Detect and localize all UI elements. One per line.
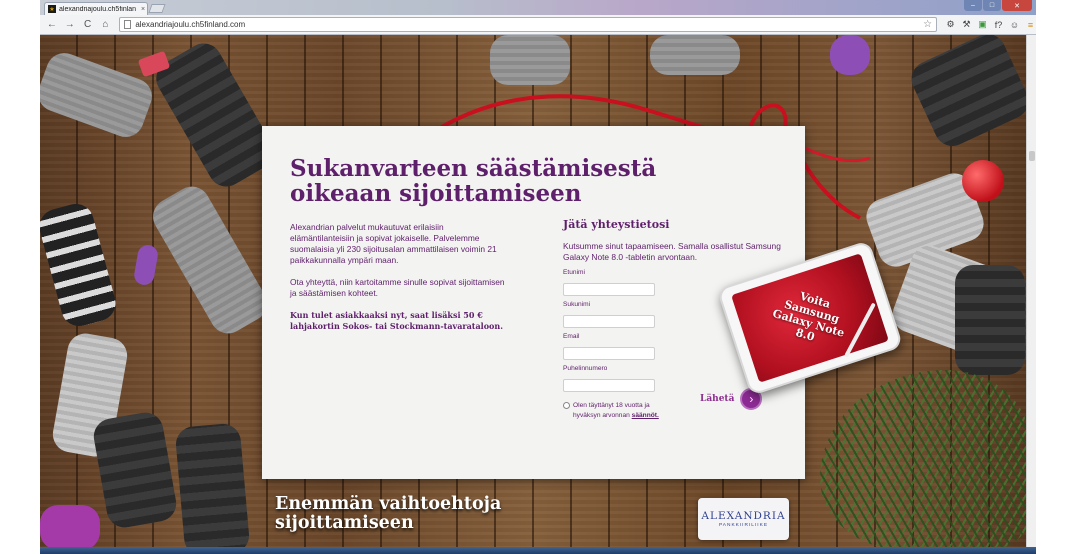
sock-decoration: [650, 35, 740, 75]
vertical-scrollbar[interactable]: [1026, 35, 1036, 547]
green-extension-icon[interactable]: ▣: [977, 19, 988, 30]
sock-decoration: [490, 35, 570, 85]
logo-subtitle: PANKKIIRILIIKE: [718, 523, 769, 528]
tablet-promo-text: Voita Samsung Galaxy Note 8.0: [771, 289, 846, 344]
sock-decoration: [174, 422, 251, 547]
form-intro: Kutsumme sinut tapaamiseen. Samalla osal…: [563, 241, 781, 262]
url-text[interactable]: alexandriajoulu.ch5finland.com: [135, 20, 923, 29]
new-tab-button[interactable]: [148, 4, 166, 13]
font-extension-icon[interactable]: f?: [993, 19, 1004, 30]
sock-decoration: [146, 180, 274, 340]
rules-link[interactable]: säännöt.: [632, 412, 659, 419]
consent-text: Olen täyttänyt 18 vuotta ja hyväksyn arv…: [573, 401, 673, 421]
minimize-button[interactable]: –: [964, 0, 982, 11]
sock-decoration: [132, 243, 160, 287]
tab-title: alexandriajoulu.ch5finlan: [59, 5, 137, 13]
sock-decoration: [955, 265, 1025, 375]
address-bar[interactable]: alexandriajoulu.ch5finland.com ☆: [119, 17, 938, 32]
sock-decoration: [90, 409, 180, 531]
sock-decoration: [830, 35, 870, 75]
consent-radio[interactable]: [563, 402, 570, 409]
page-headline: Sukanvarteen säästämisestä oikeaan sijoi…: [290, 155, 657, 207]
browser-window: ★ alexandriajoulu.ch5finlan × – □ ✕ ← → …: [40, 0, 1036, 35]
consent-row: Olen täyttänyt 18 vuotta ja hyväksyn arv…: [563, 401, 673, 421]
contact-paragraph: Ota yhteyttä, niin kartoitamme sinulle s…: [290, 277, 505, 298]
sock-decoration: [905, 35, 1026, 152]
settings-extension-icon[interactable]: ⚙: [945, 19, 956, 30]
intro-paragraph: Alexandrian palvelut mukautuvat erilaisi…: [290, 222, 497, 265]
offer-paragraph: Kun tulet asiakkaaksi nyt, saat lisäksi …: [290, 310, 503, 331]
os-taskbar: [40, 547, 1036, 554]
forward-icon[interactable]: →: [64, 19, 76, 31]
window-close-button[interactable]: ✕: [1002, 0, 1032, 11]
extension-icons: ⚙ ⚒ ▣ f? ☺ ≡: [945, 19, 1036, 30]
tab-close-icon[interactable]: ×: [139, 6, 147, 13]
logo-brand: ALEXANDRIA: [701, 510, 786, 522]
home-icon[interactable]: ⌂: [99, 19, 111, 31]
alexandria-logo[interactable]: ALEXANDRIA PANKKIIRILIIKE: [698, 498, 789, 540]
bookmark-star-icon[interactable]: ☆: [923, 19, 936, 30]
sock-decoration: [149, 36, 281, 194]
reload-icon[interactable]: C: [82, 19, 94, 31]
sock-decoration: [40, 505, 100, 547]
maximize-button[interactable]: □: [983, 0, 1001, 11]
scrollbar-thumb[interactable]: [1029, 151, 1035, 161]
smiley-extension-icon[interactable]: ☺: [1009, 19, 1020, 30]
christmas-bauble-decoration: [962, 160, 1004, 202]
back-icon[interactable]: ←: [46, 19, 58, 31]
submit-label[interactable]: Lähetä: [700, 394, 734, 404]
browser-toolbar: ← → C ⌂ alexandriajoulu.ch5finland.com ☆…: [40, 15, 1036, 35]
window-controls: – □ ✕: [964, 0, 1032, 12]
page-icon: [124, 20, 132, 29]
info-column: Alexandrian palvelut mukautuvat erilaisi…: [290, 222, 505, 343]
last-name-input[interactable]: [563, 315, 655, 328]
email-input[interactable]: [563, 347, 655, 360]
sock-decoration: [40, 199, 120, 331]
browser-tab[interactable]: ★ alexandriajoulu.ch5finlan ×: [44, 2, 148, 15]
tab-strip: ★ alexandriajoulu.ch5finlan × – □ ✕: [40, 0, 1036, 15]
bottom-tagline: Enemmän vaihtoehtoja sijoittamiseen: [275, 494, 502, 533]
favicon-icon: ★: [48, 5, 56, 13]
form-title: Jätä yhteystietosi: [563, 218, 670, 231]
first-name-input[interactable]: [563, 283, 655, 296]
phone-input[interactable]: [563, 379, 655, 392]
tools-extension-icon[interactable]: ⚒: [961, 19, 972, 30]
chrome-menu-icon[interactable]: ≡: [1025, 19, 1036, 30]
